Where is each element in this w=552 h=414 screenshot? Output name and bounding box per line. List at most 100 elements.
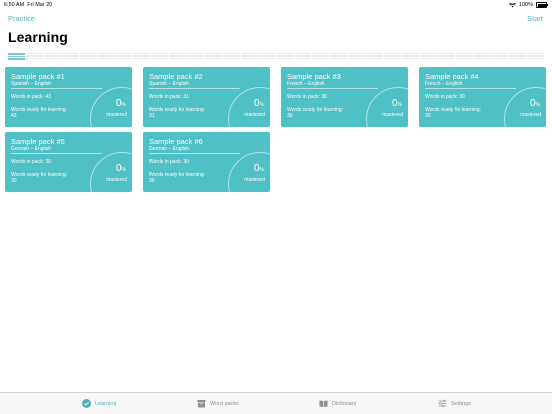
words-ready: Words ready for learning: 30 xyxy=(425,107,482,119)
strip-segment[interactable] xyxy=(133,53,151,62)
strip-segment[interactable] xyxy=(187,53,204,62)
mastered-percent: 0% xyxy=(115,163,126,174)
card-divider xyxy=(287,88,378,89)
tab-label: Settings xyxy=(451,400,471,407)
mastered-label: mastered xyxy=(382,112,403,118)
card-divider xyxy=(425,88,516,89)
strip-segment[interactable] xyxy=(294,53,312,62)
tab-settings[interactable]: Settings xyxy=(438,399,471,408)
words-ready: Words ready for learning: 31 xyxy=(149,107,206,119)
card-divider xyxy=(149,153,240,154)
start-button[interactable]: Start xyxy=(527,14,543,23)
pack-selector-strip[interactable] xyxy=(8,53,545,62)
strip-segment[interactable] xyxy=(115,53,133,62)
tab-word-packs[interactable]: Word packs xyxy=(197,399,239,408)
pack-card-4[interactable]: Sample pack #4 French – English Words in… xyxy=(419,67,546,127)
pack-name: Sample pack #4 xyxy=(425,72,479,81)
mastered-label: mastered xyxy=(244,112,265,118)
tab-dictionary[interactable]: Dictionary xyxy=(319,399,356,408)
mastered-label: mastered xyxy=(520,112,541,118)
sliders-icon xyxy=(438,399,447,408)
pack-card-2[interactable]: Sample pack #2 Spanish – English Words i… xyxy=(143,67,270,127)
open-book-icon xyxy=(319,400,328,407)
words-in-pack: Words in pack: 31 xyxy=(149,94,189,100)
pack-languages: German – English xyxy=(11,146,52,152)
tab-bar: Learning Word packs Dictionary Settings xyxy=(0,392,552,414)
strip-segment[interactable] xyxy=(258,53,276,62)
mastered-label: mastered xyxy=(106,112,127,118)
strip-segment[interactable] xyxy=(222,53,240,62)
archive-box-icon xyxy=(197,400,206,408)
strip-segment[interactable] xyxy=(43,53,61,62)
strip-segment[interactable] xyxy=(509,53,527,62)
status-time: 6:50 AM Fri Mar 20 xyxy=(4,2,53,8)
pack-card-5[interactable]: Sample pack #5 German – English Words in… xyxy=(5,132,132,192)
pack-name: Sample pack #6 xyxy=(149,137,203,146)
strip-segment[interactable] xyxy=(366,53,384,62)
words-in-pack: Words in pack: 30 xyxy=(11,159,51,165)
checkmark-circle-icon xyxy=(82,399,91,408)
strip-segment[interactable] xyxy=(330,53,348,62)
strip-segment[interactable] xyxy=(348,53,366,62)
mastered-percent: 0% xyxy=(253,163,264,174)
strip-segment[interactable] xyxy=(491,53,509,62)
words-in-pack: Words in pack: 30 xyxy=(425,94,465,100)
pack-name: Sample pack #2 xyxy=(149,72,203,81)
wifi-icon xyxy=(508,2,516,7)
mastered-percent: 0% xyxy=(253,98,264,109)
card-divider xyxy=(11,88,102,89)
strip-segment[interactable] xyxy=(312,53,330,62)
pack-card-6[interactable]: Sample pack #6 German – English Words in… xyxy=(143,132,270,192)
strip-segment[interactable] xyxy=(61,53,79,62)
mastered-label: mastered xyxy=(244,177,265,183)
tab-label: Word packs xyxy=(210,400,239,407)
pack-languages: German – English xyxy=(149,146,190,152)
pack-card-3[interactable]: Sample pack #3 French – English Words in… xyxy=(281,67,408,127)
strip-segment[interactable] xyxy=(79,53,97,62)
pack-name: Sample pack #1 xyxy=(11,72,65,81)
card-divider xyxy=(11,153,102,154)
strip-segment[interactable] xyxy=(473,53,491,62)
strip-segment[interactable] xyxy=(419,53,437,62)
strip-segment[interactable] xyxy=(25,53,43,62)
words-ready: Words ready for learning: 30 xyxy=(287,107,344,119)
words-ready: Words ready for learning: 30 xyxy=(149,172,206,184)
words-ready: Words ready for learning: 30 xyxy=(11,172,68,184)
pack-languages: Spanish – English xyxy=(149,81,190,87)
words-in-pack: Words in pack: 43 xyxy=(11,94,51,100)
battery-percent: 100% xyxy=(518,2,533,8)
strip-segment[interactable] xyxy=(204,53,222,62)
pack-card-1[interactable]: Sample pack #1 Spanish – English Words i… xyxy=(5,67,132,127)
words-in-pack: Words in pack: 30 xyxy=(149,159,189,165)
strip-segment[interactable] xyxy=(151,53,169,62)
pack-name: Sample pack #3 xyxy=(287,72,341,81)
status-right: 100% xyxy=(508,2,548,8)
pack-languages: French – English xyxy=(425,81,463,87)
status-bar: 6:50 AM Fri Mar 20 100% xyxy=(0,0,552,10)
strip-segment[interactable] xyxy=(240,53,258,62)
battery-icon xyxy=(536,2,548,8)
pack-languages: French – English xyxy=(287,81,325,87)
mastered-percent: 0% xyxy=(529,98,540,109)
tab-label: Learning xyxy=(95,400,117,407)
tab-learning[interactable]: Learning xyxy=(82,399,116,408)
strip-segment[interactable] xyxy=(437,53,455,62)
tab-label: Dictionary xyxy=(332,400,357,407)
strip-segment[interactable] xyxy=(276,53,294,62)
practice-button[interactable]: Practice xyxy=(8,14,35,23)
strip-segment[interactable] xyxy=(384,53,401,62)
words-in-pack: Words in pack: 30 xyxy=(287,94,327,100)
strip-segment[interactable] xyxy=(401,53,419,62)
pack-name: Sample pack #5 xyxy=(11,137,65,146)
mastered-label: mastered xyxy=(106,177,127,183)
pack-languages: Spanish – English xyxy=(11,81,52,87)
mastered-percent: 0% xyxy=(115,98,126,109)
strip-segment[interactable] xyxy=(169,53,187,62)
mastered-percent: 0% xyxy=(391,98,402,109)
strip-segment[interactable] xyxy=(527,53,545,62)
strip-segment[interactable] xyxy=(8,53,25,62)
words-ready: Words ready for learning: 43 xyxy=(11,107,68,119)
strip-segment[interactable] xyxy=(455,53,473,62)
page-title: Learning xyxy=(8,29,68,45)
strip-segment[interactable] xyxy=(97,53,115,62)
